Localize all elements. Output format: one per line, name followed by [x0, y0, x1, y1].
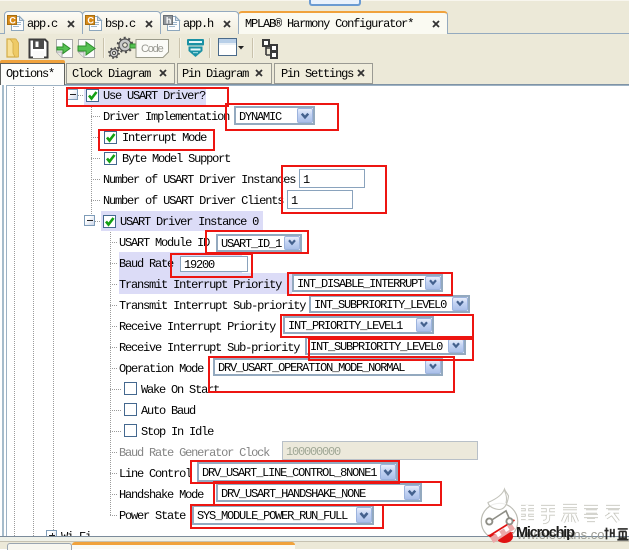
svg-text:h: h	[166, 16, 171, 26]
svg-text:Code: Code	[141, 43, 164, 55]
